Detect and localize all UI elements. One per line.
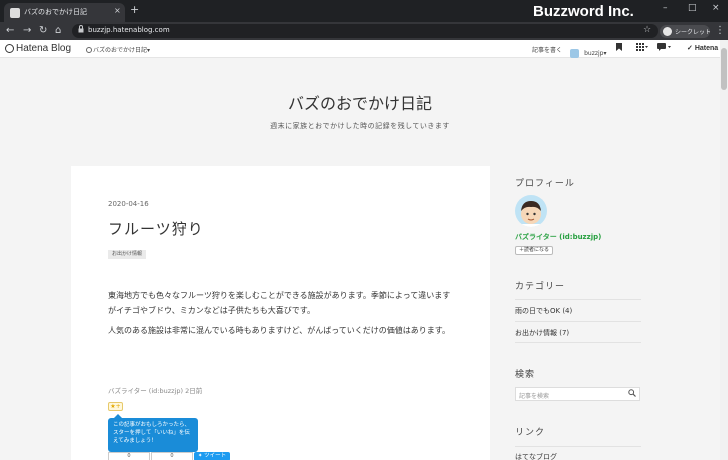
incognito-icon: [663, 27, 672, 36]
hatena-blog-logo[interactable]: Hatena Blog: [16, 43, 71, 54]
browser-tab-strip: バズのおでかけ日記 × + Buzzword Inc. – □ ×: [0, 0, 728, 22]
window-close-button[interactable]: ×: [712, 3, 720, 13]
write-entry-link[interactable]: 記事を書く: [532, 45, 562, 54]
hatena-brand-label: Hatena: [694, 45, 719, 52]
entry-paragraph: 東海地方でも色々なフルーツ狩りを楽しむことができる施設があります。季節によって違…: [108, 291, 451, 315]
url-text: buzzjp.hatenablog.com: [88, 26, 170, 34]
profile-avatar[interactable]: [515, 195, 547, 227]
home-icon[interactable]: ⌂: [55, 24, 61, 38]
category-heading: カテゴリー: [515, 282, 566, 292]
incognito-label: シークレット: [675, 29, 712, 36]
browser-menu-icon[interactable]: ⋮: [715, 24, 725, 38]
new-tab-button[interactable]: +: [130, 4, 139, 16]
browser-toolbar: ← → ↻ ⌂ buzzjp.hatenablog.com ☆ シークレット ⋮: [0, 22, 728, 40]
address-bar[interactable]: buzzjp.hatenablog.com: [72, 24, 658, 38]
blog-icon: [86, 47, 92, 53]
bookmark-icon[interactable]: [616, 43, 622, 54]
category-link[interactable]: お出かけ情報 (7): [515, 321, 641, 343]
add-star-button[interactable]: ★+: [108, 402, 123, 411]
blog-description: 週末に家族とおでかけした時の記録を残していきます: [270, 122, 450, 130]
tab-title: バズのおでかけ日記: [24, 8, 87, 16]
lock-icon: [78, 25, 84, 35]
entry-paragraph: 人気のある施設は非常に混んでいる時もありますけど、がんばっていくだけの価値はあり…: [108, 326, 450, 335]
tab-close-icon[interactable]: ×: [114, 6, 121, 15]
user-name: buzzjp: [584, 50, 604, 57]
entry-author-line[interactable]: バズライター (id:buzzjp) 2日前: [108, 385, 202, 395]
notifications-icon[interactable]: [657, 43, 671, 54]
browser-tab[interactable]: バズのおでかけ日記 ×: [4, 3, 125, 22]
subscribe-label: 読者になる: [524, 247, 550, 253]
brand-watermark: Buzzword Inc.: [533, 3, 634, 20]
tweet-label: ツイート: [204, 453, 227, 459]
page-scrollbar[interactable]: [720, 40, 728, 460]
search-input[interactable]: 記事を検索: [515, 387, 640, 401]
blog-switcher-label: バズのおでかけ日記: [93, 47, 148, 54]
search-heading: 検索: [515, 370, 536, 380]
profile-name-link[interactable]: バズライター (id:buzzjp): [515, 232, 601, 242]
user-avatar: [570, 49, 579, 58]
chevron-down-icon: ▾: [603, 50, 607, 57]
minimize-button[interactable]: –: [663, 3, 668, 13]
incognito-badge[interactable]: シークレット: [660, 25, 712, 38]
entry-category-tag[interactable]: お出かけ情報: [108, 250, 147, 259]
hatena-brand-link[interactable]: ✓ Hatena: [687, 44, 718, 52]
entry-date[interactable]: 2020-04-16: [108, 200, 149, 208]
subscribe-button[interactable]: ＋読者になる: [515, 246, 554, 255]
page-content: Hatena Blog バズのおでかけ日記▾ 記事を書く buzzjp▾ ✓ H…: [0, 40, 720, 460]
reload-icon[interactable]: ↻: [39, 24, 47, 38]
search-placeholder: 記事を検索: [519, 393, 550, 400]
forward-icon[interactable]: →: [23, 24, 31, 38]
scrollbar-thumb[interactable]: [721, 48, 727, 90]
hatena-blog-logo-icon: [5, 44, 14, 53]
tooltip-arrow: [114, 414, 122, 418]
entry-article: 2020-04-16 フルーツ狩り お出かけ情報 東海地方でも色々なフルーツ狩り…: [71, 166, 490, 460]
tab-favicon-icon: [10, 8, 20, 18]
links-heading: リンク: [515, 428, 546, 438]
blog-switcher[interactable]: バズのおでかけ日記▾: [86, 45, 150, 54]
star-tooltip: この記事がおもしろかったら、スターを押して「いいね」を伝えてみましょう！: [108, 414, 198, 452]
share-count-box[interactable]: 0: [151, 452, 193, 460]
hatena-global-header: Hatena Blog バズのおでかけ日記▾ 記事を書く buzzjp▾ ✓ H…: [0, 40, 720, 58]
blog-title[interactable]: バズのおでかけ日記: [0, 90, 720, 114]
profile-heading: プロフィール: [515, 179, 575, 189]
star-tooltip-text: この記事がおもしろかったら、スターを押して「いいね」を伝えてみましょう！: [113, 422, 191, 444]
tweet-button[interactable]: ✦ ツイート: [194, 452, 230, 460]
category-link[interactable]: 雨の日でもOK (4): [515, 299, 641, 321]
chevron-down-icon: ▾: [147, 47, 151, 54]
entry-title[interactable]: フルーツ狩り: [108, 218, 204, 239]
search-icon[interactable]: [628, 389, 636, 399]
back-icon[interactable]: ←: [6, 24, 14, 38]
maximize-button[interactable]: □: [688, 3, 697, 13]
bookmark-star-icon[interactable]: ☆: [643, 24, 651, 36]
apps-grid-icon[interactable]: [636, 43, 648, 54]
sidebar-link[interactable]: はてなブログ: [515, 446, 641, 460]
user-menu[interactable]: buzzjp▾: [570, 43, 607, 58]
twitter-bird-icon: ✦: [197, 453, 203, 459]
share-count-box[interactable]: 0: [108, 452, 150, 460]
